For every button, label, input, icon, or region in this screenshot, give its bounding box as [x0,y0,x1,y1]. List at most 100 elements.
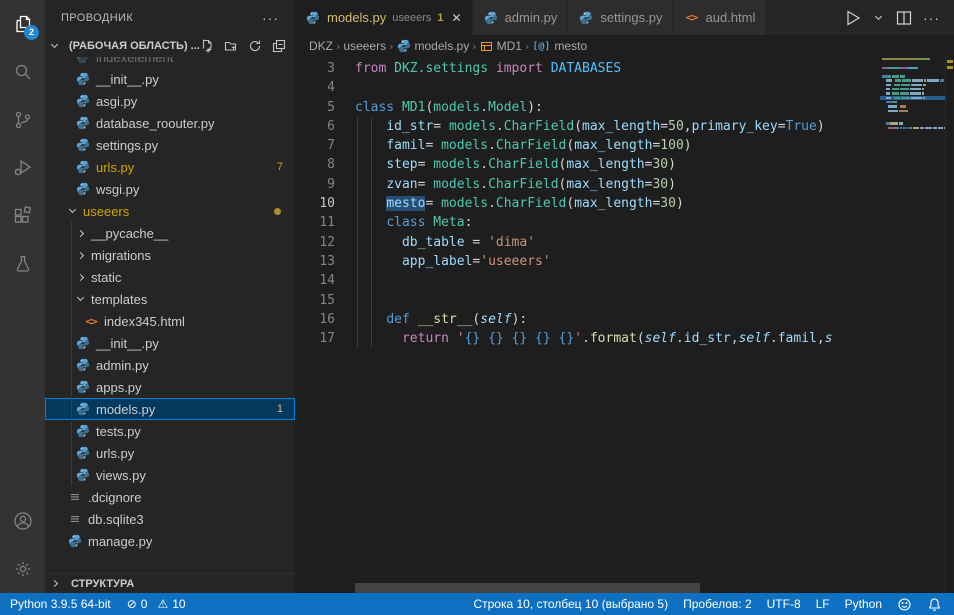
tree-item-__init__.py[interactable]: __init__.py [45,68,295,90]
outline-section-header[interactable]: СТРУКТУРА [45,573,295,593]
breadcrumb-item-models.py[interactable]: models.py [397,39,470,53]
line-number[interactable]: 8 [295,155,335,174]
status-feedback[interactable] [897,597,912,612]
tree-item-urls.py[interactable]: urls.py7 [45,156,295,178]
line-number[interactable]: 17 [295,329,335,348]
code-line-15[interactable]: 15 [295,291,880,310]
status-cursor-position[interactable]: Строка 10, столбец 10 (выбрано 5) [473,597,668,611]
tree-folder-__pycache__[interactable]: __pycache__ [45,222,295,244]
tab-settings.py[interactable]: settings.py [568,0,673,35]
minimap[interactable] [880,57,945,137]
line-number[interactable]: 16 [295,310,335,329]
tree-item-db.sqlite3[interactable]: ≡db.sqlite3 [45,508,295,530]
line-number[interactable]: 10 [295,194,335,213]
tree-item-.dcignore[interactable]: ≡.dcignore [45,486,295,508]
activity-search-icon[interactable] [0,48,45,96]
line-number[interactable]: 6 [295,117,335,136]
line-number[interactable]: 7 [295,136,335,155]
code-line-9[interactable]: 9 zvan= models.CharField(max_length=30) [295,175,880,194]
tree-item-urls.py[interactable]: urls.py [45,442,295,464]
breadcrumb-item-DKZ[interactable]: DKZ [309,39,333,53]
line-number[interactable]: 13 [295,252,335,271]
code-editor[interactable]: 3from DKZ.settings import DATABASES45cla… [295,57,954,593]
activity-explorer-icon[interactable]: 2 [0,0,45,48]
tree-item-indexelement[interactable]: indexelement [45,57,295,68]
activity-source-control-icon[interactable] [0,96,45,144]
split-editor-icon[interactable] [893,7,915,29]
tab-admin.py[interactable]: admin.py [473,0,569,35]
status-notifications[interactable] [927,597,942,612]
code-line-3[interactable]: 3from DKZ.settings import DATABASES [295,59,880,78]
tree-folder-migrations[interactable]: migrations [45,244,295,266]
code-line-4[interactable]: 4 [295,78,880,97]
line-number[interactable]: 9 [295,175,335,194]
tree-item-manage.py[interactable]: manage.py [45,530,295,552]
line-number[interactable]: 5 [295,98,335,117]
code-line-8[interactable]: 8 step= models.CharField(max_length=30) [295,155,880,174]
breadcrumb-separator: › [389,40,393,53]
tree-item-models.py[interactable]: models.py1 [45,398,295,420]
line-number[interactable]: 12 [295,233,335,252]
tree-item-asgi.py[interactable]: asgi.py [45,90,295,112]
python-icon [75,93,91,109]
code-line-5[interactable]: 5class MD1(models.Model): [295,98,880,117]
status-indentation[interactable]: Пробелов: 2 [683,597,752,611]
status-problems[interactable]: ⊘0⚠10 [127,597,186,611]
code-line-13[interactable]: 13 app_label='useeers' [295,252,880,271]
line-number[interactable]: 11 [295,213,335,232]
status-language-mode[interactable]: Python [845,597,882,611]
activity-extensions-icon[interactable] [0,192,45,240]
close-icon[interactable]: ✕ [452,11,462,25]
refresh-icon[interactable] [247,38,263,54]
tree-item-admin.py[interactable]: admin.py [45,354,295,376]
code-line-10[interactable]: 10 mesto= models.CharField(max_length=30… [295,194,880,213]
tree-item-wsgi.py[interactable]: wsgi.py [45,178,295,200]
run-icon[interactable] [841,7,863,29]
code-line-11[interactable]: 11 class Meta: [295,213,880,232]
tree-folder-templates[interactable]: templates [45,288,295,310]
activity-account-icon[interactable] [0,497,45,545]
status-eol[interactable]: LF [816,597,830,611]
breadcrumb-item-MD1[interactable]: MD1 [480,39,522,53]
code-line-17[interactable]: 17 return '{} {} {} {} {}'.format(self.i… [295,329,880,348]
tree-item-__init__.py[interactable]: __init__.py [45,332,295,354]
tree-item-index345.html[interactable]: <>index345.html [45,310,295,332]
tab-aud.html[interactable]: <>aud.html [673,0,766,35]
activity-testing-icon[interactable] [0,240,45,288]
tree-item-label: .dcignore [88,490,141,505]
status-python-version[interactable]: Python 3.9.5 64-bit [10,597,111,611]
activity-run-and-debug-icon[interactable] [0,144,45,192]
code-line-6[interactable]: 6 id_str= models.CharField(max_length=50… [295,117,880,136]
new-file-icon[interactable] [199,38,215,54]
code-line-16[interactable]: 16 def __str__(self): [295,310,880,329]
tree-folder-static[interactable]: static [45,266,295,288]
new-folder-icon[interactable] [223,38,239,54]
status-encoding[interactable]: UTF-8 [767,597,801,611]
tree-item-database_roouter.py[interactable]: database_roouter.py [45,112,295,134]
overview-ruler[interactable] [945,57,954,593]
tree-item-settings.py[interactable]: settings.py [45,134,295,156]
tree-item-tests.py[interactable]: tests.py [45,420,295,442]
line-number[interactable]: 14 [295,271,335,290]
activity-settings-icon[interactable] [0,545,45,593]
code-line-12[interactable]: 12 db_table = 'dima' [295,233,880,252]
workspace-section-header[interactable]: (РАБОЧАЯ ОБЛАСТЬ) ... [45,35,295,57]
line-number[interactable]: 15 [295,291,335,310]
line-number[interactable]: 3 [295,59,335,78]
run-dropdown-icon[interactable] [867,7,889,29]
horizontal-scrollbar[interactable] [355,583,700,593]
line-number[interactable]: 4 [295,78,335,97]
code-line-7[interactable]: 7 famil= models.CharField(max_length=100… [295,136,880,155]
code-line-text: from DKZ.settings import DATABASES [335,59,621,78]
breadcrumb-item-mesto[interactable]: [@]mesto [532,39,587,53]
code-line-14[interactable]: 14 [295,271,880,290]
tree-item-apps.py[interactable]: apps.py [45,376,295,398]
tree-item-views.py[interactable]: views.py [45,464,295,486]
tab-models.py[interactable]: models.pyuseeers1✕ [295,0,473,35]
collapse-all-icon[interactable] [271,38,287,54]
tree-folder-useeers[interactable]: useeers [45,200,295,222]
breadcrumb-item-useeers[interactable]: useeers [343,39,386,53]
views-and-more-actions-icon[interactable]: ··· [262,10,279,26]
python-icon [75,159,91,175]
more-actions-icon[interactable]: ··· [923,10,940,26]
